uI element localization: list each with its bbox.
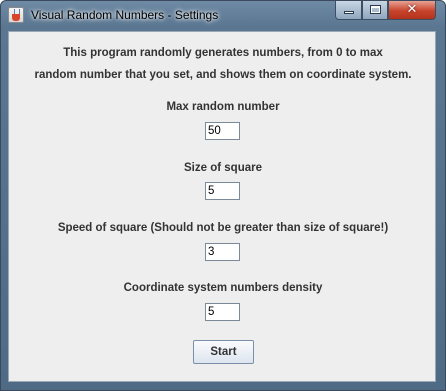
max-random-input[interactable] [205,122,240,140]
minimize-button[interactable] [335,1,362,20]
java-cup-body-icon [12,14,20,21]
close-icon: ✕ [406,2,418,17]
intro-text-line-2: random number that you set, and shows th… [34,69,412,81]
close-button[interactable]: ✕ [388,1,436,20]
maximize-button[interactable] [362,1,388,20]
maximize-icon [370,5,381,14]
square-speed-input[interactable] [205,243,240,261]
square-size-label: Size of square [184,162,262,174]
settings-panel: This program randomly generates numbers,… [8,31,436,382]
start-button[interactable]: Start [193,340,254,364]
window-title: Visual Random Numbers - Settings [31,8,219,22]
minimize-icon [344,11,354,14]
square-speed-label: Speed of square (Should not be greater t… [57,222,389,234]
settings-window: Visual Random Numbers - Settings ✕ This … [0,0,446,391]
title-bar[interactable]: Visual Random Numbers - Settings ✕ [1,1,445,31]
density-label: Coordinate system numbers density [123,282,323,294]
square-size-input[interactable] [205,182,240,200]
intro-text-line-1: This program randomly generates numbers,… [63,47,383,59]
max-random-label: Max random number [166,101,280,113]
java-cup-icon[interactable] [8,7,24,23]
density-input[interactable] [205,303,240,321]
